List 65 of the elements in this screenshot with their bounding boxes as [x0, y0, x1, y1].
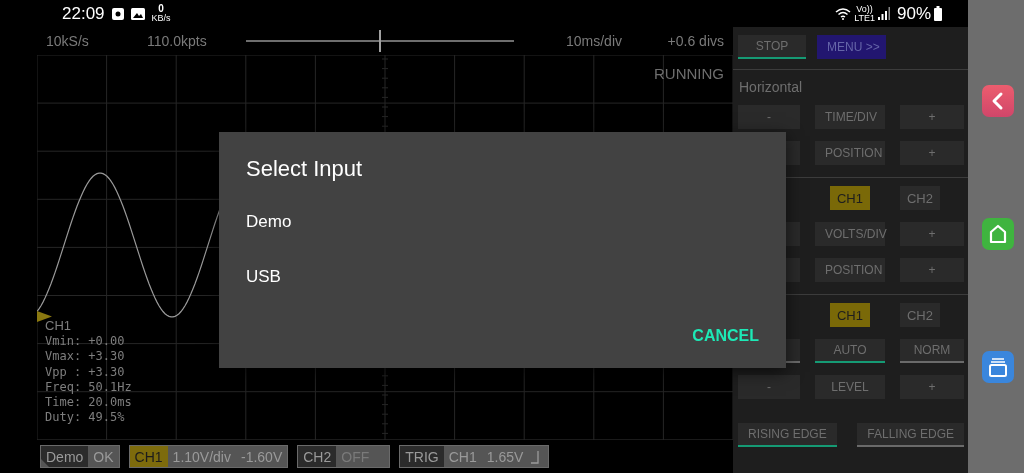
control-button[interactable]: -: [738, 105, 800, 129]
chip-value: OK: [92, 447, 115, 467]
signal-icon: [877, 7, 890, 20]
volte-label: Vo)): [856, 4, 873, 14]
timebase: 10ms/div: [566, 33, 623, 49]
mode-option[interactable]: NORM: [900, 339, 964, 363]
channel-label: CH1: [45, 317, 71, 334]
chip-label: TRIG: [400, 446, 444, 467]
record-length: 110.0kpts: [147, 33, 208, 49]
image-icon: [130, 7, 145, 20]
chip-label: Demo: [41, 446, 89, 467]
clock-time: 22:09: [62, 3, 105, 24]
back-icon[interactable]: [982, 85, 1014, 117]
position-slider[interactable]: [246, 30, 514, 52]
input-option[interactable]: USB: [246, 249, 759, 304]
sample-rate: 10kS/s: [46, 33, 90, 49]
battery-icon: [934, 6, 942, 21]
channel-toggle[interactable]: CH2: [900, 303, 940, 327]
chip-value: 1.65V: [485, 447, 525, 467]
menu-button[interactable]: MENU >>: [817, 35, 886, 59]
camera-icon: [111, 7, 124, 20]
network-speed: 0: [158, 4, 164, 14]
recent-apps-icon[interactable]: [982, 351, 1014, 383]
dialog-title: Select Input: [246, 156, 364, 182]
chip-label: CH1: [129, 446, 168, 467]
measurement-line: Vmin: +0.00: [45, 334, 125, 350]
control-button[interactable]: VOLTS/DIV: [815, 222, 885, 246]
chip-value: 1.10V/div: [171, 447, 232, 467]
measurement-line: Vmax: +3.30: [45, 349, 125, 365]
chip-value: CH1: [447, 447, 478, 467]
measurement-line: Duty: 49.5%: [45, 410, 125, 426]
channel-toggle[interactable]: CH2: [900, 186, 940, 210]
section-heading: Horizontal: [739, 78, 804, 96]
rising-edge-icon: [530, 450, 541, 464]
wifi-icon: [835, 7, 852, 20]
input-option[interactable]: Demo: [246, 194, 759, 249]
control-button[interactable]: +: [900, 222, 964, 246]
control-button[interactable]: POSITION: [815, 141, 885, 165]
mode-option[interactable]: STOP: [738, 35, 806, 59]
mode-option[interactable]: AUTO: [815, 339, 885, 363]
measurement-line: Vpp : +3.30: [45, 364, 125, 380]
control-button[interactable]: +: [900, 375, 964, 399]
measurement-line: Freq: 50.1Hz: [45, 379, 132, 396]
control-button[interactable]: +: [900, 141, 964, 165]
mode-option[interactable]: FALLING EDGE: [857, 423, 964, 447]
trigger-marker-icon: [37, 311, 52, 322]
control-button[interactable]: LEVEL: [815, 375, 885, 399]
mode-option[interactable]: RISING EDGE: [738, 423, 837, 447]
home-icon[interactable]: [982, 218, 1014, 250]
control-button[interactable]: +: [900, 105, 964, 129]
network-type: LTE1: [854, 13, 875, 23]
channel-toggle[interactable]: CH1: [830, 186, 870, 210]
control-button[interactable]: TIME/DIV: [815, 105, 885, 129]
horizontal-offset: +0.6 divs: [667, 33, 724, 49]
chip-label: CH2: [298, 446, 337, 467]
measurement-line: Time: 20.0ms: [45, 395, 132, 411]
control-button[interactable]: +: [900, 258, 964, 282]
run-state: RUNNING: [654, 65, 724, 82]
control-button[interactable]: POSITION: [815, 258, 885, 282]
chip-value: -1.60V: [240, 447, 284, 467]
network-speed-unit: KB/s: [151, 14, 171, 23]
battery-level: 90%: [896, 3, 931, 24]
channel-toggle[interactable]: CH1: [830, 303, 870, 327]
cancel-button[interactable]: CANCEL: [692, 318, 759, 354]
control-button[interactable]: -: [738, 375, 800, 399]
